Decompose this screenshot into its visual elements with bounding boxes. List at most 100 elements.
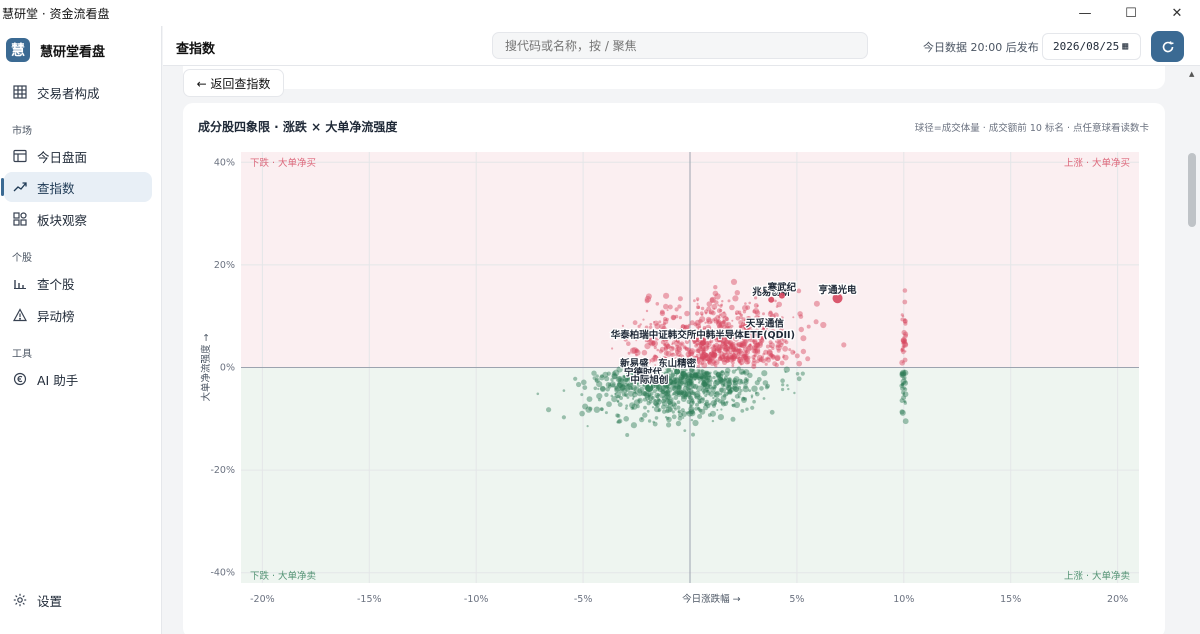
sidebar-item-settings[interactable]: 设置 xyxy=(4,585,152,615)
sidebar-item-anomaly[interactable]: 异动榜 xyxy=(4,300,152,330)
scatter-point[interactable] xyxy=(793,391,796,395)
scatter-point[interactable] xyxy=(754,380,760,386)
scatter-point[interactable] xyxy=(654,364,657,367)
scatter-point[interactable] xyxy=(710,321,713,324)
scatter-point[interactable] xyxy=(711,419,715,423)
scatter-point[interactable] xyxy=(646,399,649,402)
scatter-point[interactable] xyxy=(735,368,738,372)
scatter-point[interactable] xyxy=(717,304,720,307)
scatter-point[interactable] xyxy=(687,387,694,394)
scatter-point[interactable] xyxy=(705,403,707,406)
scatter-point[interactable] xyxy=(616,400,620,403)
scatter-point[interactable] xyxy=(769,409,775,415)
scatter-point[interactable] xyxy=(693,299,696,303)
scatter-point[interactable] xyxy=(718,356,723,362)
scatter-point[interactable] xyxy=(650,396,655,400)
sidebar-item-today-market[interactable]: 今日盘面 xyxy=(4,141,152,171)
scatter-point[interactable] xyxy=(647,419,652,423)
scatter-point[interactable] xyxy=(677,410,680,414)
scatter-point[interactable] xyxy=(684,347,688,350)
scatter-point[interactable] xyxy=(743,380,749,385)
scatter-point[interactable] xyxy=(595,374,599,378)
scatter-point[interactable] xyxy=(721,300,724,303)
scatter-point[interactable] xyxy=(624,407,628,410)
scatter-point[interactable] xyxy=(546,407,552,413)
scatter-point[interactable] xyxy=(745,407,749,411)
scatter-point[interactable] xyxy=(649,322,653,326)
scatter-point[interactable] xyxy=(718,322,723,327)
scatter-point[interactable] xyxy=(770,354,776,360)
scatter-point[interactable] xyxy=(800,335,807,342)
search-input[interactable] xyxy=(492,32,868,59)
scatter-point[interactable] xyxy=(813,319,819,325)
scatter-point[interactable] xyxy=(724,317,730,322)
scatter-point[interactable] xyxy=(723,401,728,407)
scatter-point[interactable] xyxy=(576,381,582,388)
scatter-point[interactable] xyxy=(624,394,628,397)
scatter-point[interactable] xyxy=(730,278,738,285)
scatter-point[interactable] xyxy=(753,303,759,308)
scatter-point[interactable] xyxy=(774,362,779,368)
scatter-point[interactable] xyxy=(774,299,777,303)
quadrant-scatter-chart[interactable]: -20% -15% -10% -5% 5% 10% 15% 20% 40% 20% 0% -20% -4… xyxy=(183,103,1165,634)
scatter-point[interactable] xyxy=(710,361,715,366)
scatter-point[interactable] xyxy=(677,296,683,302)
scatter-point[interactable] xyxy=(644,343,651,350)
scatter-point[interactable] xyxy=(704,399,709,404)
scatter-point[interactable] xyxy=(903,333,908,339)
scatter-point[interactable] xyxy=(616,419,621,424)
scatter-point[interactable] xyxy=(713,285,718,290)
scatter-point[interactable] xyxy=(669,353,673,356)
scatter-point[interactable] xyxy=(625,404,629,408)
scatter-point[interactable] xyxy=(604,376,610,382)
scatter-point[interactable] xyxy=(573,376,578,381)
scatter-point[interactable] xyxy=(600,407,604,412)
scatter-point[interactable] xyxy=(687,410,691,414)
scatter-point[interactable] xyxy=(900,383,904,387)
scatter-point[interactable] xyxy=(605,387,610,392)
scatter-point[interactable] xyxy=(800,371,805,376)
scatter-point[interactable] xyxy=(644,298,650,304)
scatter-point[interactable] xyxy=(712,387,715,390)
scatter-point[interactable] xyxy=(641,349,648,356)
minimize-button[interactable]: — xyxy=(1062,0,1108,26)
scatter-point[interactable] xyxy=(729,304,735,311)
scatter-point[interactable] xyxy=(680,380,685,385)
scatter-point[interactable] xyxy=(702,392,706,395)
scatter-point[interactable] xyxy=(678,316,682,320)
scatter-point[interactable] xyxy=(706,345,710,348)
scatter-point[interactable] xyxy=(712,343,716,347)
scatter-point[interactable] xyxy=(729,350,733,354)
scatter-point[interactable] xyxy=(708,351,711,354)
scatter-point[interactable] xyxy=(623,416,629,422)
scatter-point[interactable] xyxy=(745,305,751,310)
scatter-point[interactable] xyxy=(689,400,695,406)
scatter-point[interactable] xyxy=(805,356,811,362)
scatter-point[interactable] xyxy=(820,321,827,329)
refresh-button[interactable] xyxy=(1151,31,1184,62)
scatter-point[interactable] xyxy=(681,375,685,379)
scatter-point[interactable] xyxy=(694,393,701,400)
scatter-point[interactable] xyxy=(586,396,593,402)
scatter-point[interactable] xyxy=(682,416,685,419)
scatter-point[interactable] xyxy=(675,420,682,427)
scatter-point[interactable] xyxy=(900,313,904,317)
scatter-point[interactable] xyxy=(639,416,645,423)
scatter-point[interactable] xyxy=(813,300,820,307)
scatter-point[interactable] xyxy=(665,343,671,349)
scatter-point[interactable] xyxy=(788,348,792,352)
scatter-point[interactable] xyxy=(744,377,748,381)
scatter-point[interactable] xyxy=(738,342,744,347)
scatter-point[interactable] xyxy=(621,324,624,327)
scatter-point[interactable] xyxy=(806,324,811,329)
scatter-point[interactable] xyxy=(593,386,598,391)
scatter-point[interactable] xyxy=(732,295,739,302)
scatter-point[interactable] xyxy=(671,346,675,350)
scatter-point[interactable] xyxy=(712,396,715,400)
scatter-point[interactable] xyxy=(648,325,653,329)
scatter-point[interactable] xyxy=(684,310,690,317)
scatter-point[interactable] xyxy=(677,304,682,309)
scatter-point[interactable] xyxy=(659,346,666,353)
scatter-point[interactable] xyxy=(657,393,660,397)
scatter-point[interactable] xyxy=(663,292,670,299)
